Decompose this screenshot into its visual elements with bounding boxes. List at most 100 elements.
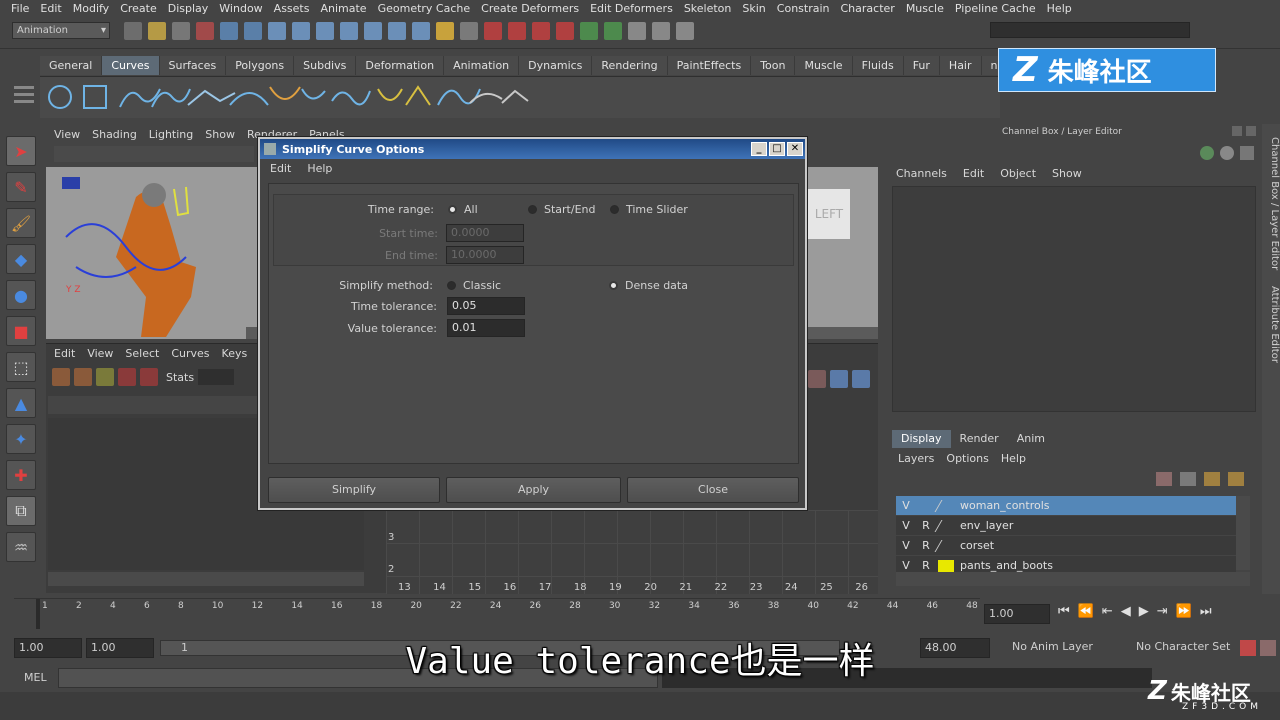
ik-handle-icon[interactable] — [484, 22, 502, 40]
shelf-tab-dynamics[interactable]: Dynamics — [519, 56, 593, 75]
shelf-tab-deformation[interactable]: Deformation — [356, 56, 445, 75]
side-tab-attribute-editor[interactable]: Attribute Editor — [1262, 284, 1280, 364]
end-time-field[interactable]: 10.0000 — [446, 246, 524, 264]
menu-animate[interactable]: Animate — [315, 2, 372, 15]
layer-editor-icon[interactable] — [1220, 146, 1234, 160]
menu-geometry-cache[interactable]: Geometry Cache — [373, 2, 477, 15]
new-layer-icon[interactable] — [1156, 472, 1172, 486]
last-tool-icon[interactable]: ✚ — [6, 460, 36, 490]
snap-curve-icon[interactable] — [292, 22, 310, 40]
menu-create[interactable]: Create — [115, 2, 163, 15]
step-back-icon[interactable]: ⏪ — [1078, 604, 1094, 619]
time-range-slider-radio[interactable]: Time Slider — [610, 203, 688, 216]
make-live-icon[interactable] — [388, 22, 406, 40]
time-range-start-end-radio[interactable]: Start/End — [528, 203, 595, 216]
menu-character[interactable]: Character — [836, 2, 901, 15]
new-scene-icon[interactable] — [124, 22, 142, 40]
retime-icon[interactable] — [140, 368, 158, 386]
open-scene-icon[interactable] — [148, 22, 166, 40]
shelf-tab-animation[interactable]: Animation — [444, 56, 520, 75]
apply-button[interactable]: Apply — [446, 477, 621, 503]
menu-help[interactable]: Help — [1042, 2, 1078, 15]
scale-tool-icon[interactable]: ■ — [6, 316, 36, 346]
ipr-render-icon[interactable] — [604, 22, 622, 40]
menu-pipeline-cache[interactable]: Pipeline Cache — [950, 2, 1042, 15]
snap-grid-icon[interactable] — [268, 22, 286, 40]
simplify-classic-radio[interactable]: Classic — [447, 279, 501, 292]
save-scene-icon[interactable] — [172, 22, 190, 40]
menu-edit-deformers[interactable]: Edit Deformers — [585, 2, 679, 15]
layer-row[interactable]: Vwoman_controls — [896, 496, 1236, 516]
close-icon[interactable] — [1246, 126, 1256, 136]
layer-visibility-toggle[interactable]: V — [896, 499, 916, 512]
shelf-tab-subdivs[interactable]: Subdivs — [294, 56, 357, 75]
menu-edit[interactable]: Edit — [35, 2, 67, 15]
layer-tab-render[interactable]: Render — [951, 430, 1008, 448]
select-component-icon[interactable] — [244, 22, 262, 40]
dialog-menu-edit[interactable]: Edit — [270, 162, 291, 175]
lock-icon[interactable] — [436, 22, 454, 40]
layer-menu-options[interactable]: Options — [946, 452, 988, 465]
viewcube[interactable]: LEFT — [808, 189, 850, 239]
menu-window[interactable]: Window — [214, 2, 268, 15]
channel-menu-edit[interactable]: Edit — [963, 167, 984, 180]
quick-layout-icon[interactable]: ♒ — [6, 532, 36, 562]
menu-create-deformers[interactable]: Create Deformers — [476, 2, 585, 15]
viewport-menu-shading[interactable]: Shading — [92, 128, 137, 141]
go-to-start-icon[interactable]: ⏮ — [1058, 604, 1070, 619]
snap-surface-icon[interactable] — [364, 22, 382, 40]
layer-visibility-toggle[interactable]: V — [896, 539, 916, 552]
graph-menu-edit[interactable]: Edit — [54, 347, 75, 360]
constraint-icon[interactable] — [556, 22, 574, 40]
shelf-curve-tools[interactable] — [40, 77, 560, 119]
value-tolerance-field[interactable]: 0.01 — [447, 319, 525, 337]
new-layer-selected-icon[interactable] — [1180, 472, 1196, 486]
layer-row[interactable]: V Rcorset — [896, 536, 1236, 556]
menu-file[interactable]: File — [6, 2, 35, 15]
menu-muscle[interactable]: Muscle — [901, 2, 950, 15]
layer-menu-help[interactable]: Help — [1001, 452, 1026, 465]
shelf-tab-toon[interactable]: Toon — [751, 56, 796, 75]
channel-menu-channels[interactable]: Channels — [896, 167, 947, 180]
dialog-menu-help[interactable]: Help — [307, 162, 332, 175]
frame-all-icon[interactable] — [808, 370, 826, 388]
shelf-tab-painteffects[interactable]: PaintEffects — [667, 56, 752, 75]
play-backward-icon[interactable]: ◀ — [1121, 604, 1131, 619]
start-time-field[interactable]: 0.0000 — [446, 224, 524, 242]
minimize-icon[interactable]: _ — [751, 142, 767, 156]
menu-modify[interactable]: Modify — [68, 2, 115, 15]
time-indicator[interactable] — [36, 599, 40, 629]
hypershade-icon[interactable] — [652, 22, 670, 40]
lasso-tool-icon[interactable]: ✎ — [6, 172, 36, 202]
frame-playback-icon[interactable] — [852, 370, 870, 388]
layer-display-type-toggle[interactable]: R — [916, 559, 936, 572]
side-tab-channel-box[interactable]: Channel Box / Layer Editor — [1262, 134, 1280, 274]
channel-box-icon[interactable] — [1200, 146, 1214, 160]
joint-icon[interactable] — [508, 22, 526, 40]
menu-assets[interactable]: Assets — [269, 2, 316, 15]
render-settings-icon[interactable] — [628, 22, 646, 40]
time-slider[interactable]: 1 2 4 6 8 10 12 14 16 18 20 22 24 26 28 30 32 34 36 38 40 42 4… — [14, 598, 980, 630]
layer-color-swatch[interactable] — [934, 519, 958, 532]
show-manip-icon[interactable]: ✦ — [6, 424, 36, 454]
layer-display-type-toggle[interactable]: R — [916, 539, 936, 552]
step-back-key-icon[interactable]: ⇤ — [1102, 604, 1113, 619]
snap-point-icon[interactable] — [316, 22, 334, 40]
layer-visibility-toggle[interactable]: V — [896, 559, 916, 572]
rotate-tool-icon[interactable]: ● — [6, 280, 36, 310]
snap-plane-icon[interactable] — [340, 22, 358, 40]
time-range-all-radio[interactable]: All — [448, 203, 478, 216]
shelf-tab-fluids[interactable]: Fluids — [852, 56, 904, 75]
shelf-tab-rendering[interactable]: Rendering — [592, 56, 668, 75]
menu-constrain[interactable]: Constrain — [772, 2, 836, 15]
shelf-tab-surfaces[interactable]: Surfaces — [159, 56, 227, 75]
move-up-icon[interactable] — [1204, 472, 1220, 486]
channel-menu-show[interactable]: Show — [1052, 167, 1082, 180]
step-forward-icon[interactable]: ⏩ — [1176, 604, 1192, 619]
history-icon[interactable] — [460, 22, 478, 40]
graph-menu-keys[interactable]: Keys — [222, 347, 248, 360]
select-object-icon[interactable] — [220, 22, 238, 40]
viewport-menu-view[interactable]: View — [54, 128, 80, 141]
move-tool-icon[interactable]: ◆ — [6, 244, 36, 274]
outliner-icon[interactable] — [676, 22, 694, 40]
